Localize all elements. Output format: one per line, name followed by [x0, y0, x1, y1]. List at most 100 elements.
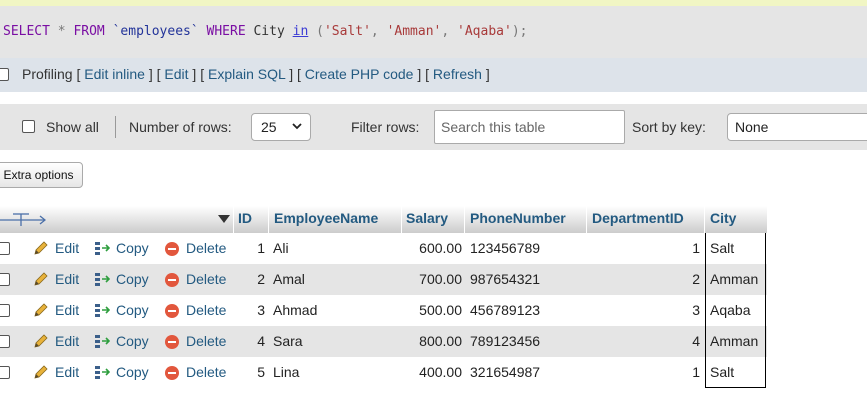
cell-departmentid: 1	[692, 364, 700, 380]
sql-value-3: 'Aqaba'	[457, 24, 512, 39]
delete-icon[interactable]	[165, 242, 179, 256]
cell-employeename: Ali	[273, 240, 289, 256]
header-divider	[464, 206, 465, 233]
profiling-checkbox[interactable]	[0, 68, 9, 81]
sql-from-keyword: FROM	[73, 24, 105, 39]
copy-icon[interactable]	[94, 333, 110, 349]
sort-arrows-icon[interactable]	[0, 213, 46, 227]
show-all-label: Show all	[46, 119, 99, 135]
sql-in-keyword[interactable]: in	[293, 24, 309, 39]
edit-row-button[interactable]: Edit	[55, 240, 79, 256]
copy-row-button[interactable]: Copy	[116, 240, 149, 256]
cell-phonenumber: 987654321	[470, 271, 541, 287]
delete-row-button[interactable]: Delete	[186, 302, 226, 318]
cell-id: 2	[257, 271, 265, 287]
column-header-departmentid[interactable]: DepartmentID	[592, 210, 684, 226]
cell-departmentid: 3	[692, 302, 700, 318]
row-checkbox[interactable]	[0, 273, 10, 286]
filter-rows-label: Filter rows:	[351, 119, 420, 135]
navigation-bar: Show all Number of rows: 25 Filter rows:…	[0, 104, 867, 150]
edit-row-button[interactable]: Edit	[55, 364, 79, 380]
sql-open-paren: (	[316, 24, 324, 39]
copy-icon[interactable]	[94, 240, 110, 256]
sql-comma-2: ,	[441, 24, 450, 39]
column-header-id[interactable]: ID	[238, 210, 252, 226]
edit-row-button[interactable]: Edit	[55, 302, 79, 318]
copy-row-button[interactable]: Copy	[116, 271, 149, 287]
column-header-phonenumber[interactable]: PhoneNumber	[470, 210, 566, 226]
header-divider	[401, 206, 402, 233]
column-header-employeename[interactable]: EmployeeName	[274, 210, 378, 226]
cell-id: 4	[257, 333, 265, 349]
divider	[115, 116, 116, 138]
copy-row-button[interactable]: Copy	[116, 333, 149, 349]
delete-row-button[interactable]: Delete	[186, 364, 226, 380]
profiling-row: Profiling [ Edit inline ] [ Edit ] [ Exp…	[22, 66, 490, 82]
copy-row-button[interactable]: Copy	[116, 364, 149, 380]
delete-icon[interactable]	[165, 335, 179, 349]
cell-departmentid: 2	[692, 271, 700, 287]
sql-value-2: 'Amman'	[386, 24, 442, 39]
refresh-link[interactable]: Refresh	[433, 66, 482, 82]
edit-row-button[interactable]: Edit	[55, 271, 79, 287]
edit-link[interactable]: Edit	[164, 66, 188, 82]
delete-icon[interactable]	[165, 304, 179, 318]
sql-select-keyword: SELECT	[3, 24, 50, 39]
sql-value-1: 'Salt'	[323, 24, 371, 39]
show-all-checkbox[interactable]	[22, 120, 35, 133]
extra-options-button[interactable]: Extra options	[0, 162, 83, 188]
delete-icon[interactable]	[165, 366, 179, 380]
edit-row-button[interactable]: Edit	[55, 333, 79, 349]
column-header-salary[interactable]: Salary	[406, 210, 448, 226]
row-checkbox[interactable]	[0, 366, 10, 379]
pencil-icon[interactable]	[33, 333, 49, 349]
pencil-icon[interactable]	[33, 302, 49, 318]
cell-salary: 800.00	[419, 333, 462, 349]
rows-per-page-select[interactable]: 25	[251, 113, 311, 141]
copy-icon[interactable]	[94, 302, 110, 318]
pencil-icon[interactable]	[33, 271, 49, 287]
row-checkbox[interactable]	[0, 304, 10, 317]
filter-rows-input[interactable]	[435, 111, 624, 143]
table-row: Edit Copy Delete 2 Amal 700.00 987654321 2 Amman	[0, 264, 767, 295]
copy-row-button[interactable]: Copy	[116, 302, 149, 318]
edit-inline-link[interactable]: Edit inline	[84, 66, 145, 82]
chevron-down-icon	[292, 123, 302, 130]
create-php-code-link[interactable]: Create PHP code	[305, 66, 414, 82]
delete-row-button[interactable]: Delete	[186, 271, 226, 287]
cell-salary: 600.00	[419, 240, 462, 256]
sql-query: SELECT * FROM `employees` WHERE City in …	[3, 24, 527, 39]
sort-by-key-select[interactable]: None	[727, 113, 867, 141]
cell-id: 1	[257, 240, 265, 256]
column-header-city[interactable]: City	[710, 210, 736, 226]
cell-departmentid: 4	[692, 333, 700, 349]
delete-row-button[interactable]: Delete	[186, 240, 226, 256]
table-header: ID EmployeeName Salary PhoneNumber Depar…	[0, 206, 767, 233]
table-row: Edit Copy Delete 1 Ali 600.00 123456789 1 Salt	[0, 233, 767, 264]
header-divider	[586, 206, 587, 233]
profiling-label: Profiling	[22, 66, 73, 82]
row-checkbox[interactable]	[0, 242, 10, 255]
sql-table-name: `employees`	[112, 24, 199, 39]
profiling-bar: Profiling [ Edit inline ] [ Edit ] [ Exp…	[0, 58, 867, 92]
sql-comma-1: ,	[370, 24, 379, 39]
table-row: Edit Copy Delete 3 Ahmad 500.00 456789123 3 Aqab…	[0, 295, 767, 326]
sort-by-key-label: Sort by key:	[632, 119, 706, 135]
filter-rows-field[interactable]	[434, 110, 625, 144]
explain-sql-link[interactable]: Explain SQL	[208, 66, 285, 82]
delete-icon[interactable]	[165, 273, 179, 287]
sql-star: *	[57, 24, 66, 39]
city-column-highlight	[705, 233, 766, 388]
cell-id: 5	[257, 364, 265, 380]
delete-row-button[interactable]: Delete	[186, 333, 226, 349]
row-checkbox[interactable]	[0, 335, 10, 348]
copy-icon[interactable]	[94, 271, 110, 287]
pencil-icon[interactable]	[33, 240, 49, 256]
copy-icon[interactable]	[94, 364, 110, 380]
pencil-icon[interactable]	[33, 364, 49, 380]
column-options-dropdown-icon[interactable]	[218, 215, 230, 224]
header-divider	[233, 206, 234, 233]
header-divider	[268, 206, 269, 233]
cell-employeename: Ahmad	[273, 302, 318, 318]
rows-label: Number of rows:	[129, 119, 232, 135]
